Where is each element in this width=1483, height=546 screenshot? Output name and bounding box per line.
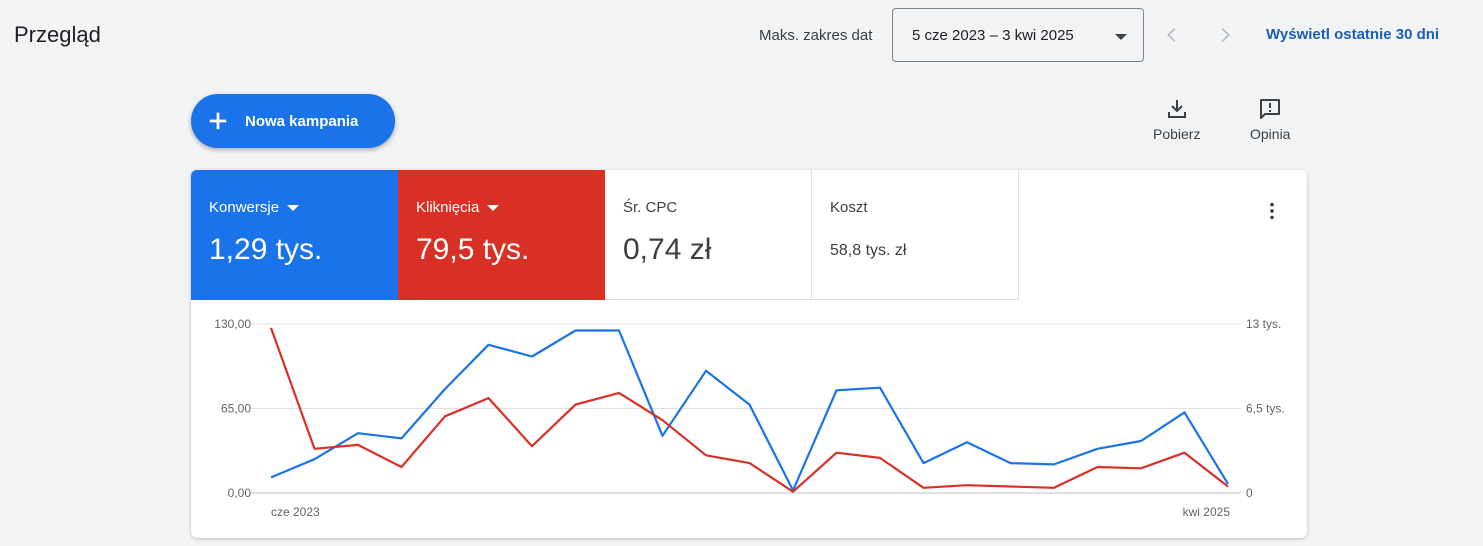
- metric-tile-cost[interactable]: Koszt 58,8 tys. zł: [812, 170, 1019, 300]
- new-campaign-button[interactable]: Nowa kampania: [191, 94, 395, 148]
- dropdown-arrow-icon: [1115, 34, 1127, 40]
- chevron-left-icon: [1167, 27, 1176, 43]
- right-axis-tick-label: 13 tys.: [1246, 317, 1281, 331]
- chevron-right-icon: [1221, 27, 1230, 43]
- new-campaign-label: Nowa kampania: [245, 112, 359, 130]
- performance-card: Konwersje 1,29 tys. Kliknięcia 79,5 tys.…: [191, 170, 1307, 538]
- metric-value: 0,74 zł: [623, 233, 712, 266]
- dropdown-arrow-icon: [487, 204, 500, 211]
- show-last-30-days-link[interactable]: Wyświetl ostatnie 30 dni: [1266, 26, 1439, 43]
- x-axis-end-label: kwi 2025: [1183, 505, 1231, 519]
- download-button[interactable]: Pobierz: [1153, 97, 1200, 142]
- feedback-label: Opinia: [1250, 126, 1291, 142]
- previous-period-button[interactable]: [1157, 20, 1187, 50]
- metric-value: 58,8 tys. zł: [830, 242, 907, 259]
- download-icon: [1167, 100, 1186, 118]
- metric-value: 1,29 tys.: [209, 233, 323, 266]
- series-line-konwersje: [270, 329, 1229, 492]
- x-axis-start-label: cze 2023: [271, 505, 320, 519]
- feedback-button[interactable]: Opinia: [1250, 97, 1290, 142]
- metric-name: Konwersje: [209, 199, 280, 216]
- feedback-icon: [1260, 99, 1281, 119]
- plus-icon: [209, 112, 227, 130]
- metric-tile-clicks[interactable]: Kliknięcia 79,5 tys.: [398, 170, 605, 300]
- metric-tile-conversions[interactable]: Konwersje 1,29 tys.: [191, 170, 398, 300]
- series-line-kliknięcia: [269, 327, 1229, 493]
- metric-value: 79,5 tys.: [416, 233, 530, 266]
- page-title: Przegląd: [14, 22, 101, 47]
- date-range-select[interactable]: 5 cze 2023 – 3 kwi 2025: [892, 8, 1144, 62]
- download-label: Pobierz: [1153, 126, 1201, 142]
- more-vert-icon: [1270, 202, 1274, 220]
- dropdown-arrow-icon: [287, 204, 300, 211]
- metric-name: Kliknięcia: [416, 199, 480, 216]
- next-period-button[interactable]: [1210, 20, 1240, 50]
- right-axis-tick-label: 6,5 tys.: [1246, 402, 1285, 416]
- left-axis-tick-label: 0,00: [228, 486, 252, 500]
- metric-name: Koszt: [830, 199, 868, 216]
- date-range-value: 5 cze 2023 – 3 kwi 2025: [912, 26, 1074, 44]
- right-axis-tick-label: 0: [1246, 486, 1253, 500]
- left-axis-tick-label: 130,00: [214, 317, 251, 331]
- left-axis-tick-label: 65,00: [221, 402, 251, 416]
- metric-tile-avg-cpc[interactable]: Śr. CPC 0,74 zł: [605, 170, 812, 300]
- performance-chart: 130,00 13 tys. 65,00 6,5 tys. 0,00 0 cze 2023 k…: [214, 317, 1285, 519]
- more-options-button[interactable]: [1259, 198, 1285, 224]
- date-range-label: Maks. zakres dat: [759, 27, 873, 44]
- metric-name: Śr. CPC: [623, 199, 678, 216]
